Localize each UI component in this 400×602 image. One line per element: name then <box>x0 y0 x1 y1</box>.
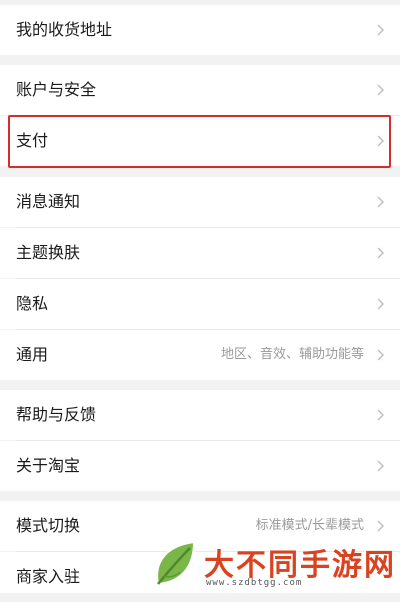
chevron-right-icon <box>377 84 384 96</box>
settings-item-help-feedback[interactable]: 帮助与反馈 <box>0 390 400 440</box>
settings-item-label: 账户与安全 <box>16 80 97 99</box>
settings-item-label: 关于淘宝 <box>16 456 81 475</box>
chevron-right-icon <box>377 196 384 208</box>
settings-item-general[interactable]: 通用 地区、音效、辅助功能等 <box>0 330 400 380</box>
chevron-right-icon <box>377 298 384 310</box>
settings-item-privacy[interactable]: 隐私 <box>0 279 400 329</box>
highlight-box <box>8 115 391 168</box>
settings-item-account-security[interactable]: 账户与安全 <box>0 65 400 115</box>
settings-item-label: 商家入驻 <box>16 567 81 586</box>
chevron-right-icon <box>377 349 384 361</box>
settings-item-label: 主题换肤 <box>16 243 81 262</box>
settings-item-label: 通用 <box>16 345 49 364</box>
chevron-right-icon <box>377 460 384 472</box>
chevron-right-icon <box>377 247 384 259</box>
settings-item-label: 帮助与反馈 <box>16 405 97 424</box>
settings-item-about[interactable]: 关于淘宝 <box>0 441 400 491</box>
settings-item-label: 消息通知 <box>16 192 81 211</box>
settings-item-theme[interactable]: 主题换肤 <box>0 228 400 278</box>
watermark: 大不同手游网 www.szdbtgg.com <box>150 536 400 593</box>
settings-item-shipping-address[interactable]: 我的收货地址 <box>0 5 400 55</box>
chevron-right-icon <box>377 409 384 421</box>
settings-item-label: 模式切换 <box>16 516 81 535</box>
settings-item-label: 隐私 <box>16 294 49 313</box>
chevron-right-icon <box>377 24 384 36</box>
leaf-logo-icon <box>156 540 196 586</box>
settings-item-notifications[interactable]: 消息通知 <box>0 177 400 227</box>
watermark-url: www.szdbtgg.com <box>206 578 303 588</box>
chevron-right-icon <box>377 520 384 532</box>
settings-item-label: 我的收货地址 <box>16 20 113 39</box>
settings-item-subtitle: 地区、音效、辅助功能等 <box>220 347 364 362</box>
